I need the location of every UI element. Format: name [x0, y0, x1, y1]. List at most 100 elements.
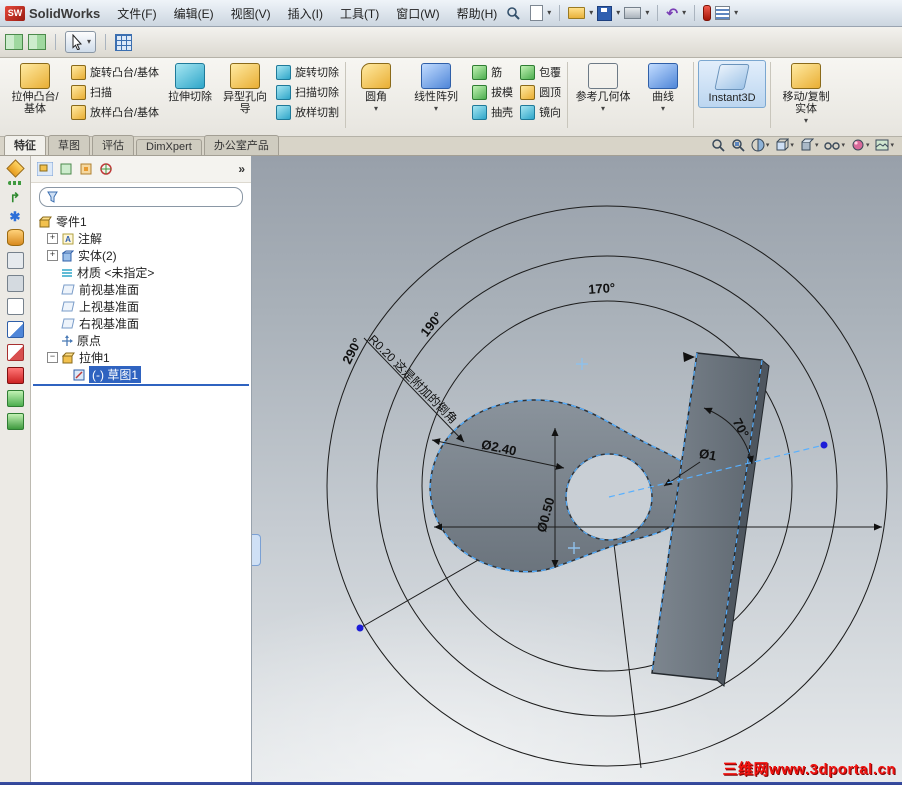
- sketch-point[interactable]: [820, 441, 828, 449]
- tree-item-extrude1[interactable]: − 拉伸1: [33, 349, 249, 366]
- instant3d-button[interactable]: Instant3D: [698, 60, 767, 109]
- sketch-point[interactable]: [356, 624, 364, 632]
- rib-button[interactable]: 筋: [472, 64, 513, 80]
- zoom-area-button[interactable]: [731, 138, 745, 152]
- standard-view-icon[interactable]: [6, 252, 24, 269]
- linear-pattern-button[interactable]: 线性阵列 ▾: [405, 60, 467, 116]
- revolved-cut-button[interactable]: 旋转切除: [276, 64, 339, 80]
- open-dropdown-caret[interactable]: ▾: [589, 9, 593, 17]
- save-dropdown-caret[interactable]: ▾: [616, 9, 620, 17]
- lofted-cut-button[interactable]: 放样切割: [276, 104, 339, 120]
- tree-root-part[interactable]: 零件1: [33, 213, 249, 230]
- fillet-dropdown-caret[interactable]: ▾: [374, 105, 378, 113]
- apply-scene-button[interactable]: ▾: [875, 139, 894, 151]
- panel-overflow-chevron[interactable]: »: [238, 162, 245, 176]
- hide-show-caret[interactable]: ▾: [841, 142, 845, 149]
- dim-r020-note[interactable]: R0.20 这是附加的倒角: [366, 332, 461, 427]
- menu-help[interactable]: 帮助(H): [449, 1, 506, 26]
- curves-button[interactable]: 曲线 ▾: [637, 60, 689, 116]
- display-style-button[interactable]: ▾: [800, 138, 818, 152]
- menu-file[interactable]: 文件(F): [109, 1, 164, 26]
- property-manager-tab-icon[interactable]: [59, 162, 73, 176]
- panel-splitter-handle[interactable]: [252, 534, 261, 566]
- hide-show-items-button[interactable]: ▾: [824, 139, 845, 151]
- collapse-icon[interactable]: −: [47, 352, 58, 363]
- fillet-button[interactable]: 圆角 ▾: [350, 60, 402, 116]
- edit-feature-icon[interactable]: [6, 344, 24, 361]
- dome-button[interactable]: 圆顶: [520, 84, 561, 100]
- linear-pattern-dropdown-caret[interactable]: ▾: [434, 105, 438, 113]
- undo-dropdown-caret[interactable]: ▾: [682, 9, 686, 17]
- feature-tree-tab-icon[interactable]: [37, 162, 53, 176]
- sketch-pattern-icon[interactable]: ✱: [10, 210, 21, 223]
- sweep-button[interactable]: 扫描: [71, 84, 159, 100]
- tree-item-top-plane[interactable]: 上视基准面: [33, 298, 249, 315]
- save-icon[interactable]: [597, 5, 613, 21]
- menu-tools[interactable]: 工具(T): [332, 1, 387, 26]
- tree-item-front-plane[interactable]: 前视基准面: [33, 281, 249, 298]
- dimxpert-manager-tab-icon[interactable]: [99, 162, 113, 176]
- graphics-viewport[interactable]: 170° 190° 290° R0.20 这是附加的倒角 Ø2.40 Ø0.50…: [252, 156, 902, 782]
- expand-icon[interactable]: +: [47, 250, 58, 261]
- extruded-cut-button[interactable]: 拉伸切除: [164, 60, 216, 106]
- reference-geometry-dropdown-caret[interactable]: ▾: [601, 105, 605, 113]
- edit-sketch-icon[interactable]: [6, 321, 24, 338]
- print-dropdown-caret[interactable]: ▾: [645, 9, 649, 17]
- draft-button[interactable]: 拔模: [472, 84, 513, 100]
- section-view-button[interactable]: ▾: [751, 138, 770, 152]
- tree-item-origin[interactable]: 原点: [33, 332, 249, 349]
- select-arrow-button[interactable]: ▾: [65, 31, 97, 53]
- apply-scene-caret[interactable]: ▾: [890, 142, 894, 149]
- move-copy-dropdown-caret[interactable]: ▾: [804, 117, 808, 125]
- dim-190[interactable]: 190°: [417, 309, 445, 339]
- lofted-boss-button[interactable]: 放样凸台/基体: [71, 104, 159, 120]
- tree-item-material[interactable]: 材质 <未指定>: [33, 264, 249, 281]
- options-dropdown-caret[interactable]: ▾: [734, 9, 738, 17]
- dim-170[interactable]: 170°: [588, 280, 616, 297]
- tab-office-products[interactable]: 办公室产品: [203, 135, 279, 155]
- zoom-fit-button[interactable]: [711, 138, 725, 152]
- isometric-view-icon[interactable]: [6, 275, 24, 292]
- tree-item-solid-bodies[interactable]: + 实体(2): [33, 247, 249, 264]
- dim-d1[interactable]: Ø1: [698, 446, 718, 464]
- swept-cut-button[interactable]: 扫描切除: [276, 84, 339, 100]
- shell-button[interactable]: 抽壳: [472, 104, 513, 120]
- menu-edit[interactable]: 编辑(E): [166, 1, 222, 26]
- section-view-caret[interactable]: ▾: [766, 142, 770, 149]
- mirror-button[interactable]: 镜向: [520, 104, 561, 120]
- tree-item-annotations[interactable]: + A 注解: [33, 230, 249, 247]
- tab-evaluate[interactable]: 评估: [92, 135, 134, 155]
- green-cube-tool-icon[interactable]: [6, 390, 24, 407]
- menu-window[interactable]: 窗口(W): [388, 1, 447, 26]
- extruded-boss-button[interactable]: 拉伸凸台/基体: [4, 60, 66, 118]
- wrap-button[interactable]: 包覆: [520, 64, 561, 80]
- revolved-boss-button[interactable]: 旋转凸台/基体: [71, 64, 159, 80]
- smart-dimension-icon[interactable]: [5, 159, 25, 178]
- tab-sketch[interactable]: 草图: [48, 135, 90, 155]
- move-copy-body-button[interactable]: 移动/复制实体 ▾: [775, 60, 837, 128]
- grid-snap-icon[interactable]: [115, 33, 133, 51]
- edit-appearance-button[interactable]: ▾: [851, 138, 869, 152]
- curves-dropdown-caret[interactable]: ▾: [661, 105, 665, 113]
- construction-line-icon[interactable]: [7, 181, 23, 185]
- tab-dimxpert[interactable]: DimXpert: [136, 139, 202, 155]
- drawing-sheet-icon[interactable]: [6, 298, 24, 315]
- reference-geometry-button[interactable]: 参考几何体 ▾: [572, 60, 634, 116]
- menu-view[interactable]: 视图(V): [223, 1, 279, 26]
- hole-wizard-button[interactable]: 异型孔向导: [219, 60, 271, 118]
- window-pane-icon-2[interactable]: [28, 34, 46, 50]
- select-dropdown-caret[interactable]: ▾: [87, 38, 91, 46]
- dim-290[interactable]: 290°: [339, 336, 365, 367]
- stop-rebuild-icon[interactable]: [6, 367, 24, 384]
- window-pane-icon[interactable]: [5, 34, 23, 50]
- tab-features[interactable]: 特征: [4, 135, 46, 155]
- green-cube-tool-icon-2[interactable]: [6, 413, 24, 430]
- tree-filter-input[interactable]: [63, 190, 235, 204]
- rebuild-icon[interactable]: [703, 5, 712, 21]
- expand-icon[interactable]: +: [47, 233, 58, 244]
- plate-face[interactable]: [429, 399, 702, 573]
- convert-entities-icon[interactable]: ↱: [10, 191, 21, 204]
- options-list-icon[interactable]: [715, 6, 731, 20]
- new-dropdown-caret[interactable]: ▾: [547, 9, 551, 17]
- cylinder-tool-icon[interactable]: [6, 229, 24, 246]
